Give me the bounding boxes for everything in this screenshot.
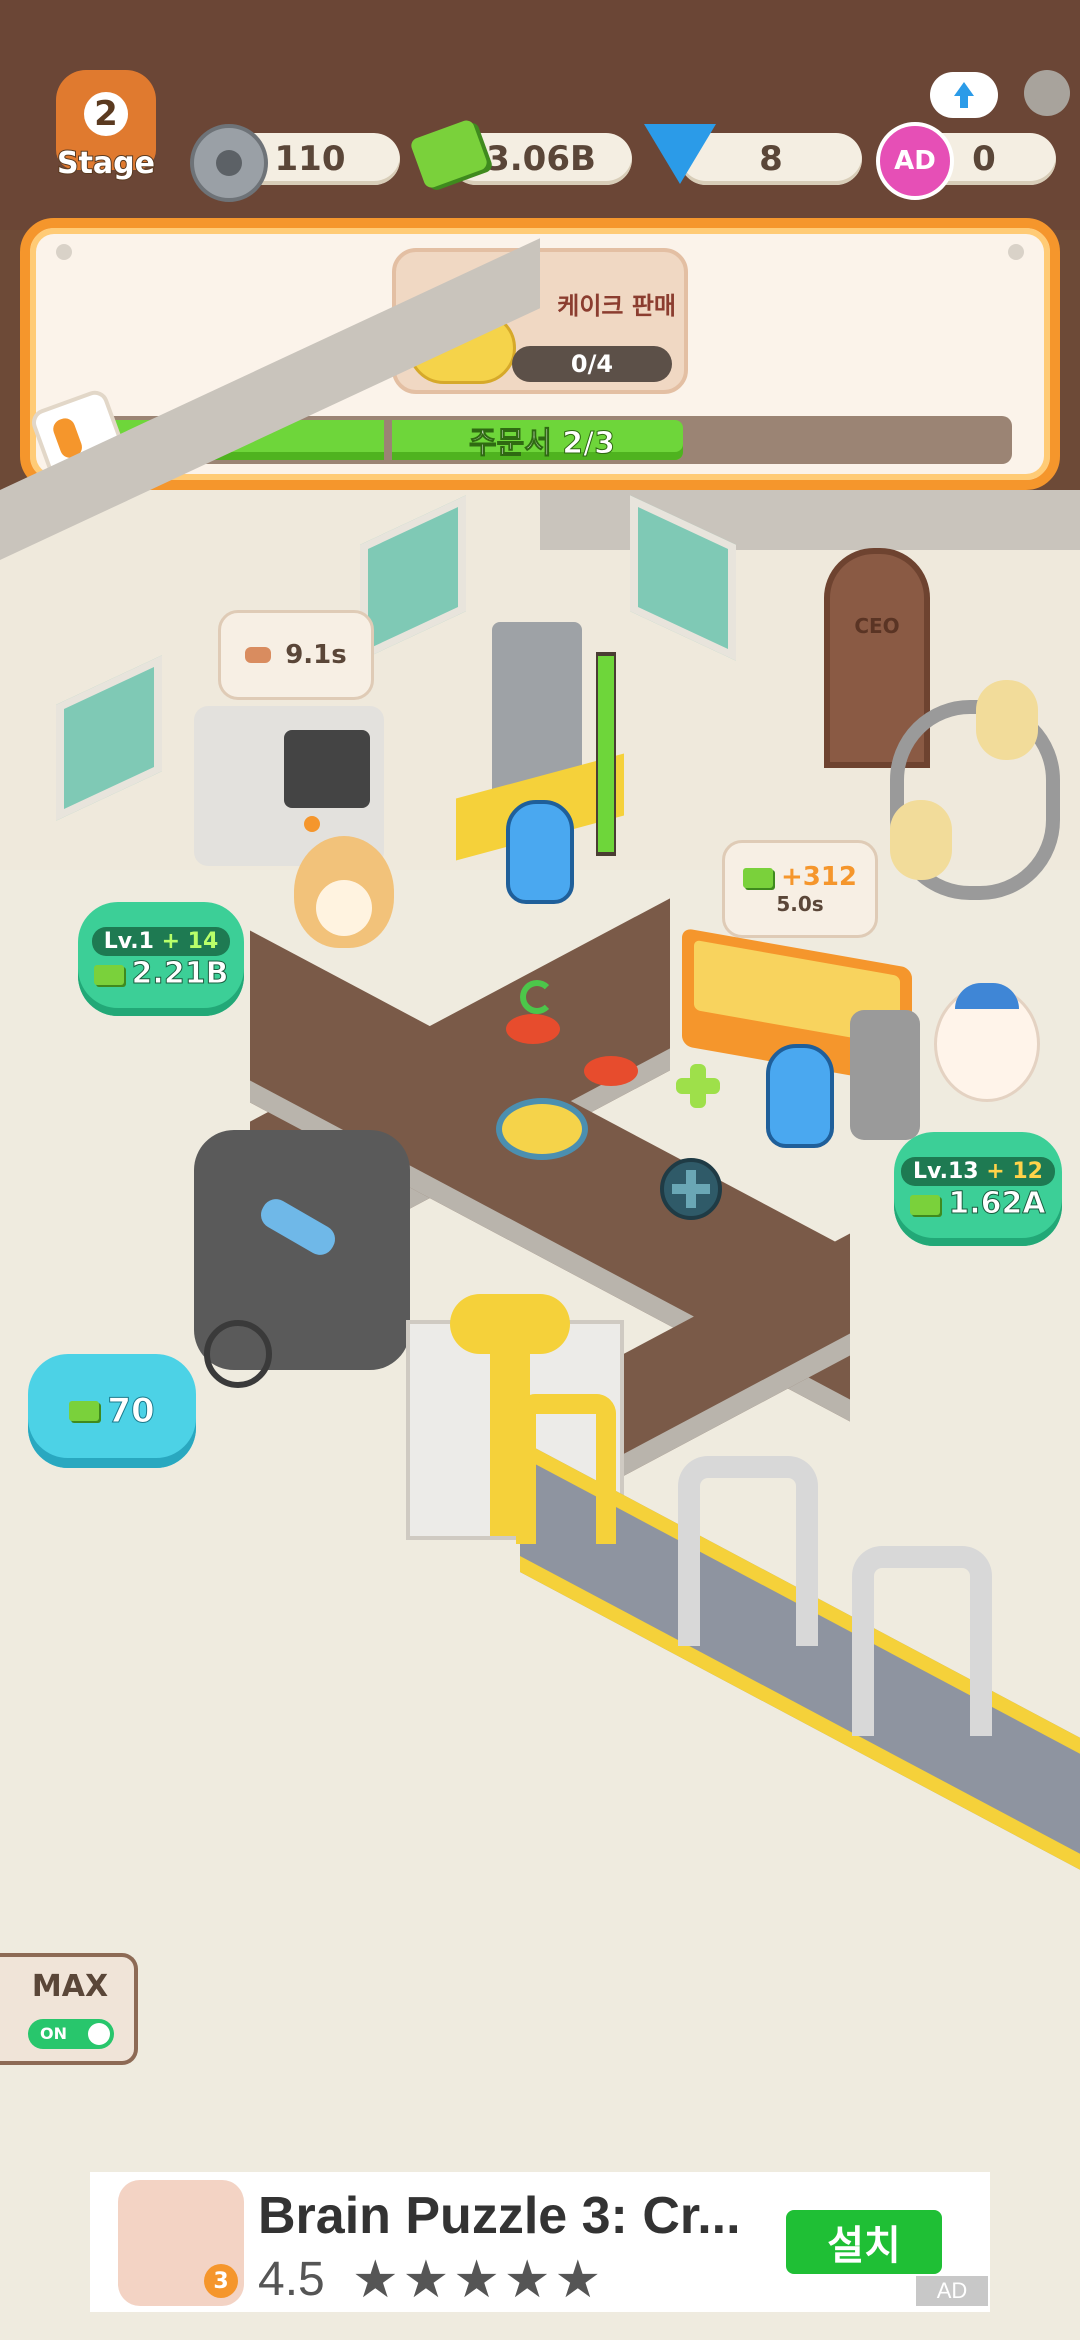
ad-rating: 4.5 xyxy=(258,2253,325,2306)
ad-tickets-value: 0 xyxy=(972,139,996,179)
mixer-reward-bubble: +312 5.0s xyxy=(722,840,878,938)
progress-divider xyxy=(384,420,392,460)
screw-icon xyxy=(1008,244,1024,260)
bolts-value: 110 xyxy=(274,139,346,179)
order-sheet-label: 주문서 2/3 xyxy=(469,426,616,462)
gems-value: 8 xyxy=(759,139,783,179)
mixer-upgrade-badge[interactable]: Lv.13 + 12 1.62A xyxy=(894,1132,1062,1246)
ad-ticket-icon[interactable]: AD xyxy=(876,122,954,200)
cash-icon xyxy=(69,1401,100,1421)
order-item-progress: 0/4 xyxy=(512,346,672,382)
ad-title: Brain Puzzle 3: Cr... xyxy=(258,2187,741,2245)
rolling-pin-icon xyxy=(245,647,272,663)
seed-icon xyxy=(890,800,952,880)
nozzle-icon xyxy=(584,1056,638,1086)
order-item-name: 케이크 판매 xyxy=(557,292,676,320)
press-gauge xyxy=(596,652,616,856)
ad-install-button[interactable]: 설치 xyxy=(786,2210,942,2274)
refresh-icon[interactable] xyxy=(520,980,554,1014)
oven-timer-bubble: 9.1s xyxy=(218,610,374,700)
oven-timer: 9.1s xyxy=(285,640,347,670)
oven-upgrade-badge[interactable]: Lv.1 + 14 2.21B xyxy=(78,902,244,1016)
add-station-button[interactable] xyxy=(660,1158,722,1220)
ad-app-icon: 3 xyxy=(118,2180,244,2306)
ad-banner[interactable]: 3 Brain Puzzle 3: Cr... 4.5 ★★★★★ 설치 AD xyxy=(90,2172,990,2312)
conveyor-gate xyxy=(852,1546,992,1736)
stage-label: Stage xyxy=(56,145,156,182)
cloud-save-icon[interactable] xyxy=(930,72,998,118)
max-switch[interactable]: ON xyxy=(28,2019,114,2049)
cake-pan xyxy=(496,1098,588,1160)
cash-icon xyxy=(742,867,773,888)
star-rating-icon: ★★★★★ xyxy=(352,2250,606,2310)
cash-icon xyxy=(910,1194,941,1215)
mixer-crank xyxy=(850,1010,920,1140)
mixer-upgrade-cost: 1.62A xyxy=(948,1186,1046,1222)
settings-gear-icon[interactable] xyxy=(1024,70,1070,116)
stage-number: 2 xyxy=(84,92,128,136)
nozzle-icon xyxy=(506,1014,560,1044)
locked-machine[interactable] xyxy=(194,1130,410,1388)
ad-badge[interactable]: AD xyxy=(916,2276,988,2306)
max-label: MAX xyxy=(31,1969,109,2004)
conveyor-gate xyxy=(678,1456,818,1646)
bolt-icon xyxy=(190,124,268,202)
max-toggle[interactable]: MAX ON xyxy=(0,1953,138,2065)
gem-icon xyxy=(644,124,716,184)
tap-hand-icon[interactable] xyxy=(766,1044,834,1148)
hamster-worker xyxy=(294,836,394,948)
seed-icon xyxy=(976,680,1038,760)
oven-upgrade-cost: 2.21B xyxy=(131,956,229,992)
buy-machine-cost: 70 xyxy=(107,1391,155,1432)
hamster-worker xyxy=(934,983,1040,1102)
plus-icon[interactable] xyxy=(676,1064,720,1108)
buy-machine-button[interactable]: 70 xyxy=(28,1354,196,1468)
cash-icon xyxy=(93,964,124,985)
conveyor-gate xyxy=(516,1394,616,1544)
tap-hand-icon[interactable] xyxy=(506,800,574,904)
stage-badge[interactable]: 2 Stage xyxy=(46,70,166,190)
cash-value: 3.06B xyxy=(486,139,596,179)
screw-icon xyxy=(56,244,72,260)
